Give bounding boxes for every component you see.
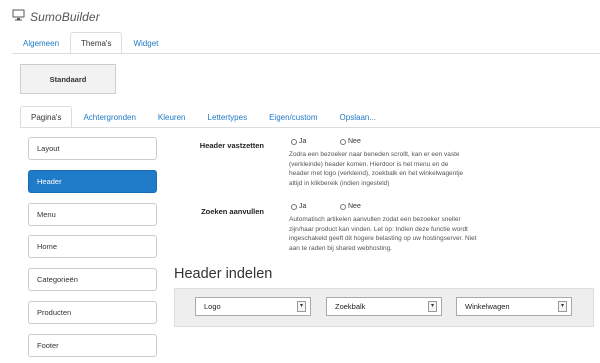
select-arrow-icon: ▾	[428, 301, 437, 312]
top-tabs-divider	[12, 53, 600, 54]
theme-standaard-card[interactable]: Standaard	[20, 64, 116, 94]
zoeken-aanvullen-ja-radio[interactable]: Ja	[291, 203, 306, 210]
select-value: Winkelwagen	[465, 302, 510, 311]
radio-label: Ja	[299, 138, 307, 145]
radio-label: Ja	[299, 203, 307, 210]
zoeken-aanvullen-label: Zoeken aanvullen	[201, 207, 264, 216]
sidebar-item-layout[interactable]: Layout	[28, 137, 157, 160]
header-vastzetten-help: Zodra een bezoeker naar beneden scrollt,…	[289, 151, 464, 187]
tab-achtergronden[interactable]: Achtergronden	[72, 106, 146, 128]
radio-circle-icon	[340, 138, 346, 145]
header-vastzetten-nee-radio[interactable]: Nee	[340, 138, 361, 145]
radio-circle-icon	[340, 203, 346, 210]
header-slot-2-select[interactable]: Zoekbalk ▾	[326, 297, 442, 316]
sidebar-item-categorieen[interactable]: Categorieën	[28, 268, 157, 291]
select-arrow-icon: ▾	[558, 301, 567, 312]
header-slot-3-select[interactable]: Winkelwagen ▾	[456, 297, 572, 316]
header-slot-1-select[interactable]: Logo ▾	[195, 297, 311, 316]
sidebar-item-menu[interactable]: Menu	[28, 203, 157, 226]
tab-widget[interactable]: Widget	[122, 32, 169, 54]
tab-eigen-custom[interactable]: Eigen/custom	[258, 106, 328, 128]
tab-lettertypes[interactable]: Lettertypes	[197, 106, 259, 128]
tab-algemeen[interactable]: Algemeen	[12, 32, 70, 54]
header-vastzetten-label: Header vastzetten	[199, 141, 264, 150]
app-title-text: SumoBuilder	[30, 10, 100, 24]
radio-circle-icon	[291, 203, 297, 210]
select-arrow-icon: ▾	[297, 301, 306, 312]
monitor-icon	[12, 8, 25, 26]
select-value: Logo	[204, 302, 221, 311]
radio-label: Nee	[348, 138, 361, 145]
tab-kleuren[interactable]: Kleuren	[147, 106, 197, 128]
tab-themas[interactable]: Thema's	[70, 32, 123, 54]
tab-opslaan[interactable]: Opslaan...	[329, 106, 387, 128]
sidebar-item-home[interactable]: Home	[28, 235, 157, 258]
sidebar-item-producten[interactable]: Producten	[28, 301, 157, 324]
header-indelen-heading: Header indelen	[174, 266, 273, 282]
radio-circle-icon	[291, 138, 297, 145]
zoeken-aanvullen-help: Automatisch artikelen aanvullen zodat ee…	[289, 216, 477, 252]
header-vastzetten-ja-radio[interactable]: Ja	[291, 138, 306, 145]
sidebar-item-header[interactable]: Header	[28, 170, 157, 193]
radio-label: Nee	[348, 203, 361, 210]
zoeken-aanvullen-nee-radio[interactable]: Nee	[340, 203, 361, 210]
sidebar-item-footer[interactable]: Footer	[28, 334, 157, 357]
sub-tabs-divider	[20, 127, 600, 128]
select-value: Zoekbalk	[335, 302, 366, 311]
app-title: SumoBuilder	[12, 8, 100, 26]
tab-paginas[interactable]: Pagina's	[20, 106, 73, 128]
sub-tabs: Pagina's Achtergronden Kleuren Lettertyp…	[20, 106, 387, 128]
top-tabs: Algemeen Thema's Widget	[12, 32, 169, 54]
